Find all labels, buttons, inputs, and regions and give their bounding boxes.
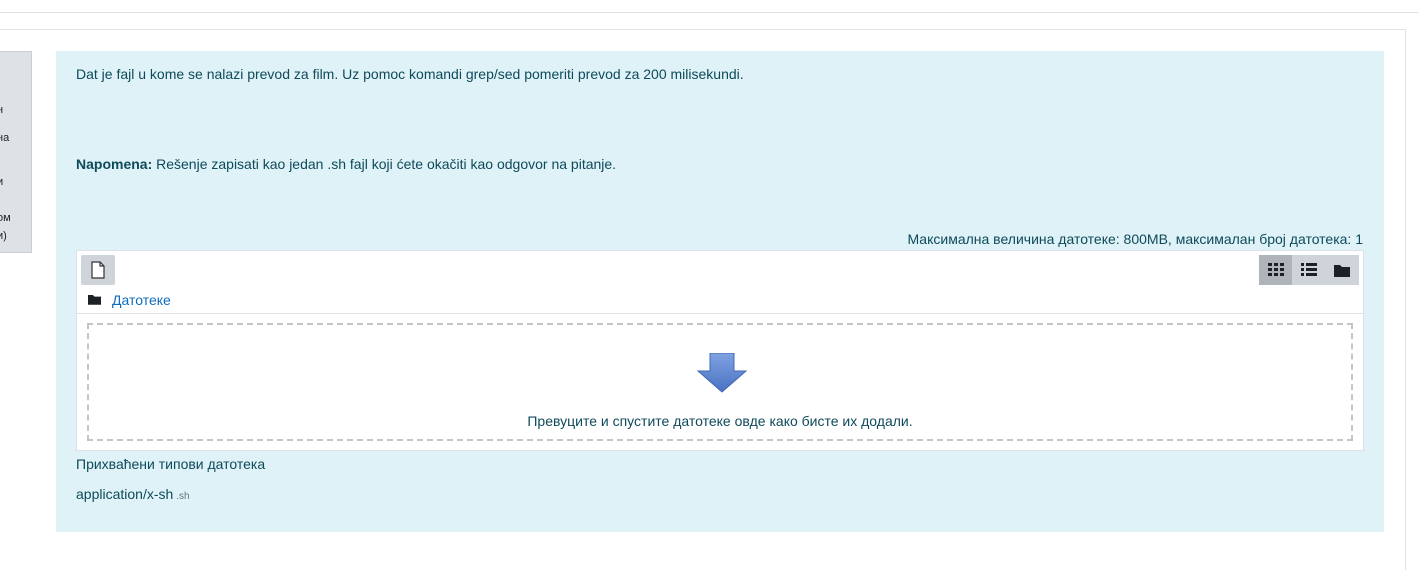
folder-icon: [88, 295, 101, 305]
view-list-button[interactable]: [1292, 255, 1326, 285]
question-text: Dat je fajl u kome se nalazi prevod za f…: [76, 66, 744, 82]
list-icon: [1300, 263, 1317, 276]
info-fragment: на: [0, 132, 10, 144]
info-fragment: ом: [0, 212, 11, 224]
question-info-panel: н на и ом и): [0, 51, 32, 253]
add-file-button[interactable]: [81, 255, 115, 285]
accepted-type-ext: .sh: [176, 491, 190, 502]
info-fragment: и: [0, 176, 3, 188]
dropzone-message: Превуците и спустите датотеке овде како …: [527, 413, 913, 429]
top-divider: [0, 12, 1418, 13]
note-label: Napomena:: [76, 156, 153, 172]
accepted-type: application/x-sh .sh: [76, 486, 190, 502]
question-note: Napomena: Rešenje zapisati kao jedan .sh…: [76, 156, 616, 172]
grid-icon: [1267, 263, 1284, 276]
view-tree-button[interactable]: [1325, 255, 1359, 285]
file-dropzone[interactable]: Превуците и спустите датотеке овде како …: [87, 323, 1353, 441]
accepted-type-mime: application/x-sh: [76, 486, 174, 502]
breadcrumb-files-link[interactable]: Датотеке: [112, 292, 171, 308]
view-switcher: [1259, 255, 1359, 285]
question-formulation: Dat je fajl u kome se nalazi prevod za f…: [56, 51, 1384, 532]
down-arrow-icon: [697, 353, 747, 393]
view-icons-button[interactable]: [1259, 255, 1293, 285]
note-text: Rešenje zapisati kao jedan .sh fajl koji…: [152, 156, 617, 172]
max-size-info: Максимална величина датотеке: 800MB, мак…: [907, 231, 1363, 247]
accepted-types-title: Прихваћени типови датотека: [76, 456, 266, 472]
folder-icon: [1334, 264, 1351, 277]
file-manager: Датотеке Превуците и спустите датотеке о…: [76, 250, 1364, 451]
breadcrumb: Датотеке: [77, 289, 1363, 314]
info-fragment: н: [0, 104, 3, 116]
file-icon: [91, 261, 105, 279]
info-fragment: и): [0, 230, 7, 242]
